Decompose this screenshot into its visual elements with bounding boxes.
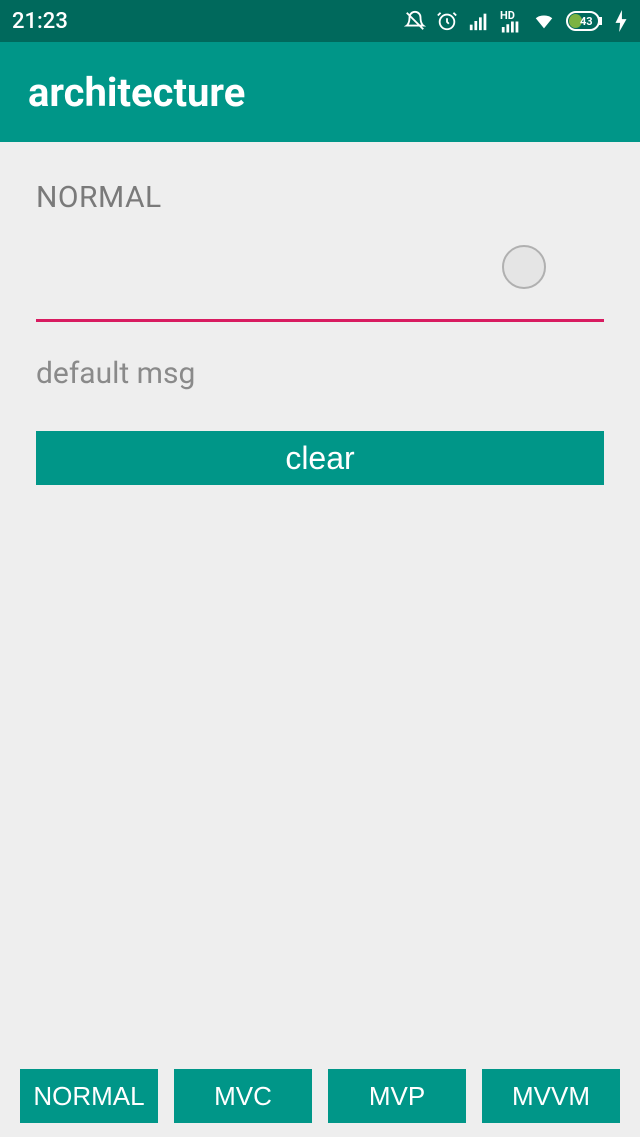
mode-label: NORMAL	[36, 180, 604, 215]
wifi-icon	[532, 10, 556, 32]
svg-text:43: 43	[580, 15, 593, 28]
battery-icon: 43	[566, 11, 604, 31]
content-area: NORMAL default msg clear	[0, 142, 640, 485]
hd-signal-icon: HD	[500, 10, 522, 33]
clear-button[interactable]: clear	[36, 431, 604, 485]
bottom-tabs: NORMAL MVC MVP MVVM	[0, 1069, 640, 1123]
message-label: default msg	[36, 356, 604, 391]
app-bar: architecture	[0, 42, 640, 142]
signal-icon	[468, 10, 490, 32]
no-disturb-icon	[404, 10, 426, 32]
tab-mvc[interactable]: MVC	[174, 1069, 312, 1123]
input-row	[36, 271, 604, 322]
charging-icon	[614, 10, 628, 32]
status-time: 21:23	[12, 9, 68, 34]
status-bar: 21:23 HD	[0, 0, 640, 42]
text-input[interactable]	[36, 271, 604, 322]
tab-mvvm[interactable]: MVVM	[482, 1069, 620, 1123]
alarm-icon	[436, 10, 458, 32]
app-title: architecture	[28, 69, 245, 116]
tab-normal[interactable]: NORMAL	[20, 1069, 158, 1123]
status-icons: HD 43	[404, 10, 628, 33]
tab-mvp[interactable]: MVP	[328, 1069, 466, 1123]
